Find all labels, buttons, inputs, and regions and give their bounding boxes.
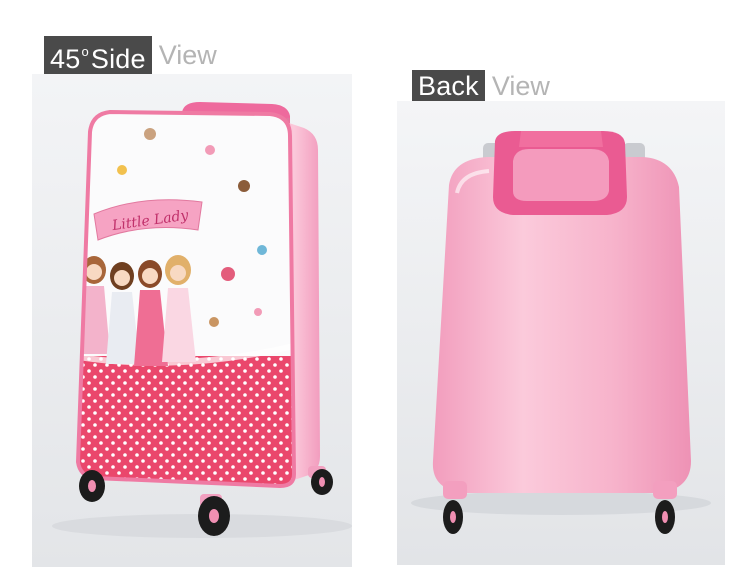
degree-sign: o [81, 43, 89, 59]
side-view-label: View [158, 40, 217, 70]
side-view-suitcase-illustration: Little Lady [32, 74, 352, 567]
back-view-photo [397, 101, 725, 565]
back-view-heading: Back View [412, 70, 550, 102]
side-view-tag: 45oSide [44, 35, 152, 75]
side-view-photo: Little Lady [32, 74, 352, 567]
back-view-tag: Back [412, 70, 485, 102]
back-view-suitcase-illustration [397, 101, 725, 565]
back-view-label: View [491, 71, 550, 101]
side-view-heading: 45oSide View [44, 35, 217, 75]
